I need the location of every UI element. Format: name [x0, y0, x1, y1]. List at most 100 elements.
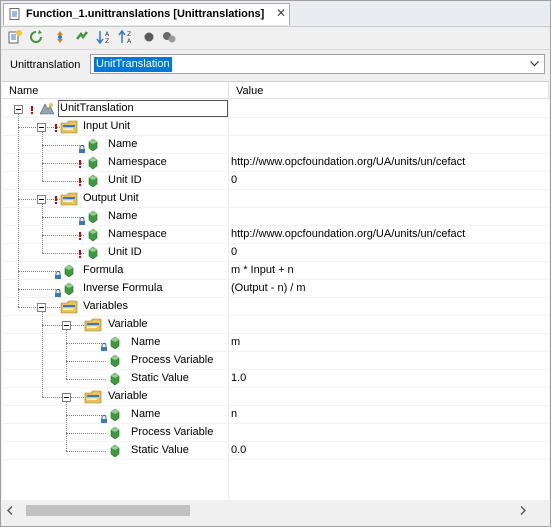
property-value[interactable]: http://www.opcfoundation.org/UA/units/un… — [231, 156, 465, 168]
collapse-toggle-icon[interactable] — [37, 123, 46, 132]
horizontal-scrollbar[interactable] — [2, 502, 532, 519]
property-tree-grid: Name Value UnitTranslation Input Unit Name… — [2, 81, 549, 500]
collapse-toggle-icon[interactable] — [37, 195, 46, 204]
folder-icon — [60, 299, 78, 314]
lock-icon — [54, 270, 62, 279]
property-icon — [108, 444, 122, 458]
property-value[interactable]: m — [231, 336, 240, 348]
tree-group-row[interactable]: Variable — [2, 316, 549, 334]
tree-property-row[interactable]: Name — [2, 208, 549, 226]
property-icon — [86, 174, 100, 188]
property-value[interactable]: http://www.opcfoundation.org/UA/units/un… — [231, 228, 465, 240]
tree-property-row[interactable]: Formula m * Input + n — [2, 262, 549, 280]
unit-translation-icon — [38, 101, 56, 116]
tree-branch-line — [66, 361, 106, 362]
property-icon — [62, 282, 76, 296]
svg-text:A: A — [127, 38, 132, 45]
property-value[interactable]: 0 — [231, 174, 237, 186]
tree-property-row[interactable]: Unit ID 0 — [2, 244, 549, 262]
sort-asc-icon[interactable]: ZA — [118, 29, 134, 45]
unittranslation-dropdown[interactable]: UnitTranslation — [90, 54, 545, 74]
folder-icon — [60, 119, 78, 134]
property-name: Namespace — [108, 156, 167, 168]
svg-text:Z: Z — [105, 38, 109, 45]
toolbar: AZ ZA — [1, 27, 550, 47]
editor-window: Function_1.unittranslations [Unittransla… — [0, 0, 551, 527]
link-icon[interactable] — [74, 29, 90, 45]
property-icon — [108, 372, 122, 386]
property-value[interactable]: n — [231, 408, 237, 420]
svg-text:A: A — [105, 31, 110, 38]
property-name: Name — [108, 138, 138, 150]
tree-property-row[interactable]: Inverse Formula (Output - n) / m — [2, 280, 549, 298]
tree-property-row[interactable]: Name — [2, 136, 549, 154]
tree-property-row[interactable]: Name n — [2, 406, 549, 424]
tab-title: Function_1.unittranslations [Unittransla… — [26, 8, 265, 20]
property-value[interactable]: 0.0 — [231, 444, 246, 456]
tree-property-row[interactable]: Process Variable — [2, 424, 549, 442]
tree-group-row[interactable]: Output Unit — [2, 190, 549, 208]
unittranslation-selected-value: UnitTranslation — [94, 57, 172, 72]
close-icon[interactable]: ✕ — [274, 6, 288, 20]
svg-text:Z: Z — [127, 31, 131, 38]
property-value[interactable]: 0 — [231, 246, 237, 258]
error-marker-icon — [54, 124, 57, 132]
row-separator — [2, 459, 549, 460]
property-value[interactable]: (Output - n) / m — [231, 282, 306, 294]
property-icon — [108, 354, 122, 368]
tree-group-row[interactable]: Variable — [2, 388, 549, 406]
tree-root-row[interactable]: UnitTranslation — [2, 100, 549, 118]
folder-icon — [84, 389, 102, 404]
lock-icon — [54, 288, 62, 297]
collapse-toggle-icon[interactable] — [62, 321, 71, 330]
lock-icon — [78, 144, 86, 153]
scrollbar-thumb[interactable] — [26, 505, 190, 516]
tree-property-row[interactable]: Namespace http://www.opcfoundation.org/UA… — [2, 154, 549, 172]
tab-unittranslations[interactable]: Function_1.unittranslations [Unittransla… — [3, 3, 290, 25]
error-marker-icon — [78, 250, 81, 258]
property-name: Namespace — [108, 228, 167, 240]
property-name: Process Variable — [131, 426, 214, 438]
document-icon — [9, 8, 20, 20]
property-name: Unit ID — [108, 246, 142, 258]
collapse-toggle-icon[interactable] — [37, 303, 46, 312]
property-value[interactable]: 1.0 — [231, 372, 246, 384]
property-name: Process Variable — [131, 354, 214, 366]
tree-property-row[interactable]: Static Value 0.0 — [2, 442, 549, 460]
property-icon — [86, 228, 100, 242]
new-icon[interactable] — [7, 29, 23, 45]
sort-desc-icon[interactable]: AZ — [96, 29, 112, 45]
move-icon[interactable] — [52, 29, 68, 45]
chevron-down-icon[interactable] — [529, 58, 540, 69]
tree-group-row[interactable]: Variables — [2, 298, 549, 316]
collapse-toggle-icon[interactable] — [14, 105, 23, 114]
tab-strip: Function_1.unittranslations [Unittransla… — [1, 1, 550, 27]
property-value[interactable]: m * Input + n — [231, 264, 294, 276]
tree-branch-line — [66, 379, 106, 380]
refresh-icon[interactable] — [28, 29, 44, 45]
property-icon — [108, 408, 122, 422]
property-icon — [108, 426, 122, 440]
column-header-name[interactable]: Name — [2, 82, 229, 99]
property-name: Static Value — [131, 372, 189, 384]
lock-icon — [100, 342, 108, 351]
tree-group-row[interactable]: Input Unit — [2, 118, 549, 136]
property-name: Inverse Formula — [83, 282, 163, 294]
collapse-toggle-icon[interactable] — [62, 393, 71, 402]
scroll-right-icon[interactable] — [518, 505, 528, 516]
tree-property-row[interactable]: Namespace http://www.opcfoundation.org/UA… — [2, 226, 549, 244]
property-name: Static Value — [131, 444, 189, 456]
tree-property-row[interactable]: Unit ID 0 — [2, 172, 549, 190]
property-name: Formula — [83, 264, 124, 276]
record-icon[interactable] — [141, 29, 157, 45]
column-header-value[interactable]: Value — [229, 82, 549, 99]
tree-property-row[interactable]: Static Value 1.0 — [2, 370, 549, 388]
error-marker-icon — [78, 232, 81, 240]
lock-icon — [78, 216, 86, 225]
settings-icon[interactable] — [161, 29, 177, 45]
property-icon — [86, 246, 100, 260]
scroll-left-icon[interactable] — [5, 505, 15, 516]
tree-property-row[interactable]: Process Variable — [2, 352, 549, 370]
error-marker-icon — [78, 160, 81, 168]
tree-property-row[interactable]: Name m — [2, 334, 549, 352]
